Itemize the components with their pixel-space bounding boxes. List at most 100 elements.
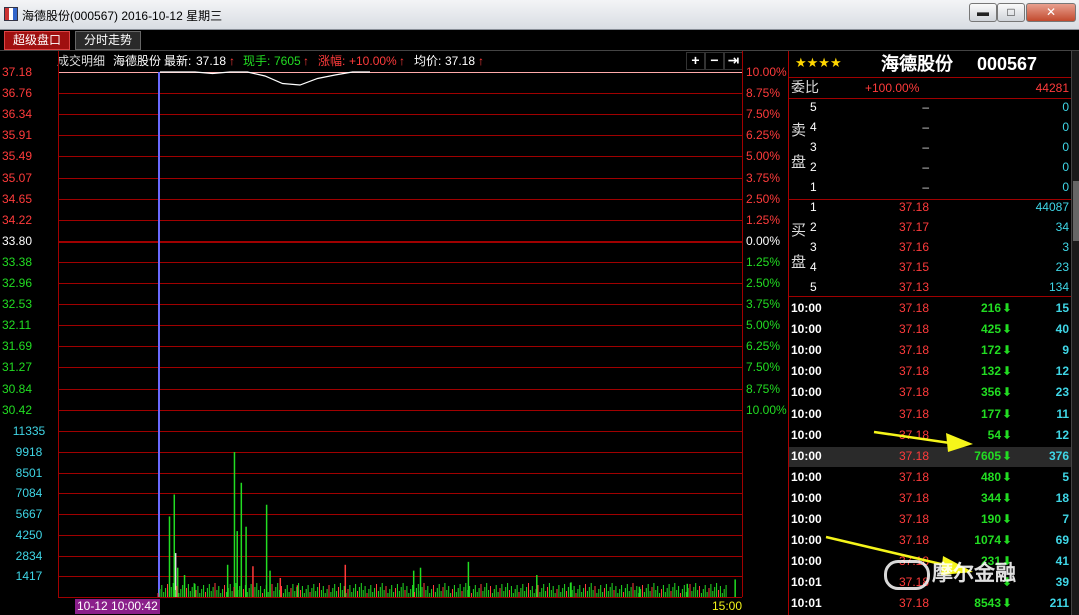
- sell-side-label: 盘: [791, 154, 807, 171]
- tick-row[interactable]: 10:00 37.18 1074 ⬇ 69: [789, 531, 1072, 551]
- tick-volume: 216: [980, 301, 1001, 315]
- title-bar: 海德股份(000567) 2016-10-12 星期三 ▬ □ ✕: [0, 0, 1079, 30]
- sell-level-number: 5: [810, 100, 817, 114]
- section-divider: [789, 296, 1072, 297]
- down-arrow-icon: ⬇: [1002, 512, 1013, 526]
- tick-count: 18: [1055, 490, 1069, 505]
- app-icon: [4, 7, 18, 21]
- tick-time: 10:01: [791, 596, 822, 611]
- buy-level-number: 3: [810, 240, 817, 254]
- sell-level-number: 4: [810, 120, 817, 134]
- minimize-button[interactable]: ▬: [969, 3, 997, 22]
- sell-price: –: [922, 120, 929, 134]
- down-arrow-icon: ⬇: [1002, 385, 1013, 400]
- tick-volume: 8543: [974, 596, 1001, 611]
- tick-row[interactable]: 10:00 37.18 231 ⬇ 41: [789, 552, 1072, 572]
- tick-time: 10:00: [791, 385, 822, 400]
- buy-level-number: 2: [810, 220, 817, 234]
- sell-price: –: [922, 100, 929, 114]
- tab-intraday-trend[interactable]: 分时走势: [75, 31, 142, 50]
- tick-price: 37.18: [898, 512, 929, 526]
- tick-row[interactable]: 10:00 37.18 7605 ⬇ 376: [789, 446, 1072, 467]
- down-arrow-icon: ⬇: [1002, 596, 1013, 611]
- tab-super-orderbook[interactable]: 超级盘口: [4, 31, 71, 50]
- sell-level-number: 1: [810, 180, 817, 194]
- tick-time: 10:00: [791, 427, 822, 442]
- buy-level-number: 4: [810, 260, 817, 274]
- tick-time: 10:00: [791, 364, 822, 379]
- tick-time: 10:00: [791, 343, 822, 358]
- tick-time: 10:00: [791, 533, 822, 548]
- tick-price: 37.18: [898, 575, 929, 590]
- buy-price: 37.13: [898, 280, 929, 294]
- tick-row[interactable]: 10:00 37.18 190 ⬇ 7: [789, 510, 1072, 530]
- buy-price: 37.17: [898, 220, 929, 234]
- tick-volume: 480: [980, 469, 1001, 484]
- buy-volume: 3: [1062, 240, 1069, 254]
- tick-row[interactable]: 10:00 37.18 216 ⬇ 15: [789, 299, 1072, 319]
- tick-volume: 344: [980, 490, 1001, 505]
- sell-level-number: 3: [810, 140, 817, 154]
- sell-price: –: [922, 180, 929, 194]
- tick-price: 37.18: [898, 533, 929, 548]
- weicha-value: 44281: [1035, 81, 1069, 95]
- tick-count: 9: [1062, 343, 1069, 358]
- section-divider: [789, 98, 1072, 99]
- down-arrow-icon: ⬇: [1002, 427, 1013, 442]
- down-arrow-icon: ⬇: [1002, 575, 1013, 590]
- tick-count: 12: [1055, 364, 1069, 379]
- tick-count: 211: [1049, 596, 1069, 611]
- close-button[interactable]: ✕: [1026, 3, 1076, 22]
- buy-price: 37.18: [898, 200, 929, 214]
- tick-row[interactable]: 10:00 37.18 425 ⬇ 40: [789, 320, 1072, 340]
- tick-price: 37.18: [898, 427, 929, 442]
- down-arrow-icon: ⬇: [1002, 469, 1013, 484]
- tick-price: 37.18: [898, 301, 929, 315]
- tick-volume: 425: [980, 322, 1001, 337]
- down-arrow-icon: ⬇: [1002, 406, 1013, 421]
- tick-row[interactable]: 10:00 37.18 172 ⬇ 9: [789, 341, 1072, 361]
- tick-row[interactable]: 10:00 37.18 54 ⬇ 12: [789, 426, 1072, 446]
- tick-row[interactable]: 10:00 37.18 177 ⬇ 11: [789, 405, 1072, 425]
- scrollbar[interactable]: [1071, 51, 1079, 615]
- tick-count: 7: [1062, 512, 1069, 526]
- tick-volume: 172: [980, 343, 1001, 358]
- tick-volume: 54: [987, 427, 1001, 442]
- sell-volume: 0: [1062, 160, 1069, 174]
- down-arrow-icon: ⬇: [1002, 364, 1013, 379]
- scrollbar-thumb[interactable]: [1073, 181, 1079, 241]
- down-arrow-icon: ⬇: [1002, 554, 1013, 569]
- tick-row[interactable]: 10:00 37.18 356 ⬇ 23: [789, 383, 1072, 403]
- buy-side-label: 买: [791, 222, 807, 239]
- tick-count: 69: [1055, 533, 1069, 548]
- maximize-button[interactable]: □: [997, 3, 1025, 22]
- weibi-label: 委比: [791, 79, 819, 95]
- tick-row[interactable]: 10:01 37.18 ⬇ 39: [789, 573, 1072, 593]
- tick-count: 15: [1055, 301, 1069, 315]
- tick-row[interactable]: 10:01 37.18 8543 ⬇ 211: [789, 594, 1072, 614]
- tick-volume: 7605: [974, 448, 1001, 463]
- sell-price: –: [922, 160, 929, 174]
- tick-row[interactable]: 10:00 37.18 480 ⬇ 5: [789, 468, 1072, 488]
- section-divider: [789, 77, 1072, 78]
- tick-price: 37.18: [898, 554, 929, 569]
- tick-volume: 190: [980, 512, 1001, 526]
- tick-row[interactable]: 10:00 37.18 344 ⬇ 18: [789, 489, 1072, 509]
- sell-volume: 0: [1062, 120, 1069, 134]
- stock-name: 海德股份: [881, 54, 953, 74]
- weibi-value: +100.00%: [865, 81, 920, 95]
- tick-price: 37.18: [898, 364, 929, 379]
- tick-count: 376: [1048, 448, 1069, 463]
- tick-price: 37.18: [898, 448, 929, 463]
- sell-side-label: 卖: [791, 122, 807, 139]
- price-line: [160, 71, 370, 86]
- tick-price: 37.18: [898, 343, 929, 358]
- intraday-chart[interactable]: 成交明细 海德股份 最新: 37.18 ↑ 现手: 7605 ↑ 涨幅: +10.00% ↑ 均价: 3…: [0, 51, 788, 615]
- sell-volume: 0: [1062, 140, 1069, 154]
- tick-count: 41: [1055, 554, 1069, 569]
- tab-bar: 超级盘口 分时走势: [0, 30, 1079, 51]
- buy-price: 37.16: [898, 240, 929, 254]
- down-arrow-icon: ⬇: [1002, 448, 1013, 463]
- tick-row[interactable]: 10:00 37.18 132 ⬇ 12: [789, 362, 1072, 382]
- tick-price: 37.18: [898, 406, 929, 421]
